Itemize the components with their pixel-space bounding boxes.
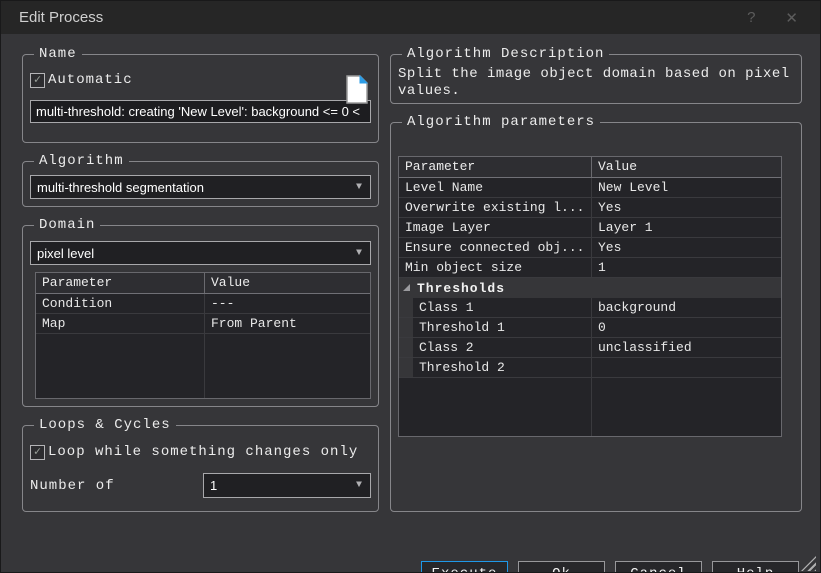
algorithm-group: Algorithm multi-threshold segmentation ▼ — [22, 153, 379, 207]
column-header[interactable]: Parameter — [399, 157, 592, 177]
window-title: Edit Process — [19, 9, 103, 26]
value-cell[interactable]: From Parent — [205, 314, 370, 333]
chevron-down-icon: ▼ — [348, 182, 370, 193]
column-header[interactable]: Value — [205, 273, 256, 293]
cancel-button[interactable]: Cancel — [615, 561, 702, 573]
automatic-label: Automatic — [48, 72, 133, 88]
value-cell[interactable]: --- — [205, 294, 370, 313]
table-row[interactable]: Image LayerLayer 1 — [399, 218, 781, 238]
chevron-down-icon: ▼ — [348, 480, 370, 491]
table-empty-area — [399, 378, 781, 436]
loop-label: Loop while something changes only — [48, 444, 358, 460]
dialog-buttons: Execute Ok Cancel Help — [421, 561, 799, 573]
table-row[interactable]: Thresholds — [399, 278, 781, 298]
close-icon[interactable]: ✕ — [785, 9, 798, 27]
description-group-label: Algorithm Description — [402, 46, 609, 62]
table-header: ParameterValue — [36, 273, 370, 294]
dialog-body: Name ✓ Automatic Algorithm multi-thresho… — [1, 34, 820, 573]
param-cell[interactable]: Threshold 1 — [413, 318, 592, 337]
expand-icon[interactable] — [403, 284, 410, 291]
number-of-label: Number of — [30, 478, 203, 494]
parameters-group-label: Algorithm parameters — [402, 114, 600, 130]
value-cell[interactable]: 1 — [592, 258, 781, 277]
number-of-value: 1 — [204, 478, 217, 493]
titlebar[interactable]: Edit Process ? ✕ — [1, 1, 820, 34]
new-document-icon[interactable] — [344, 74, 369, 105]
table-row[interactable]: Min object size1 — [399, 258, 781, 278]
ok-button[interactable]: Ok — [518, 561, 605, 573]
param-cell[interactable]: Ensure connected obj... — [399, 238, 592, 257]
loops-group: Loops & Cycles ✓ Loop while something ch… — [22, 417, 379, 512]
table-header: ParameterValue — [399, 157, 781, 178]
table-row[interactable]: Overwrite existing l...Yes — [399, 198, 781, 218]
param-cell[interactable]: Class 1 — [413, 298, 592, 317]
loops-group-label: Loops & Cycles — [34, 417, 176, 433]
execute-button[interactable]: Execute — [421, 561, 508, 573]
table-row[interactable]: Class 2unclassified — [399, 338, 781, 358]
help-button[interactable]: Help — [712, 561, 799, 573]
tree-indent — [399, 358, 413, 377]
name-group: Name ✓ Automatic — [22, 46, 379, 143]
algorithm-group-label: Algorithm — [34, 153, 129, 169]
param-cell[interactable]: Image Layer — [399, 218, 592, 237]
value-cell[interactable]: unclassified — [592, 338, 781, 357]
loop-checkbox[interactable]: ✓ — [30, 445, 45, 460]
table-row[interactable]: Threshold 10 — [399, 318, 781, 338]
param-cell[interactable]: Class 2 — [413, 338, 592, 357]
domain-select-value: pixel level — [31, 246, 94, 261]
automatic-checkbox[interactable]: ✓ — [30, 73, 45, 88]
param-cell[interactable]: Condition — [36, 294, 205, 313]
algorithm-select[interactable]: multi-threshold segmentation ▼ — [30, 175, 371, 199]
domain-group: Domain pixel level ▼ ParameterValueCondi… — [22, 217, 379, 407]
resize-grip-icon[interactable] — [801, 556, 816, 571]
param-cell[interactable]: Threshold 2 — [413, 358, 592, 377]
value-cell[interactable]: Yes — [592, 198, 781, 217]
value-cell[interactable]: New Level — [592, 178, 781, 197]
algorithm-description-text: Split the image object domain based on p… — [398, 66, 794, 100]
param-cell[interactable]: Min object size — [399, 258, 592, 277]
table-row[interactable]: Threshold 2 — [399, 358, 781, 378]
domain-select[interactable]: pixel level ▼ — [30, 241, 371, 265]
table-row[interactable]: MapFrom Parent — [36, 314, 370, 334]
algorithm-description-group: Algorithm Description Split the image ob… — [390, 46, 802, 104]
chevron-down-icon: ▼ — [348, 248, 370, 259]
column-header[interactable]: Parameter — [36, 273, 205, 293]
param-cell[interactable]: Level Name — [399, 178, 592, 197]
table-row[interactable]: Level NameNew Level — [399, 178, 781, 198]
table-row[interactable]: Class 1background — [399, 298, 781, 318]
name-group-label: Name — [34, 46, 82, 62]
number-of-select[interactable]: 1 ▼ — [203, 473, 371, 498]
value-cell[interactable]: background — [592, 298, 781, 317]
value-cell[interactable] — [592, 358, 781, 377]
algorithm-parameters-group: Algorithm parameters ParameterValueLevel… — [390, 114, 802, 512]
value-cell[interactable]: Yes — [592, 238, 781, 257]
table-row[interactable]: Condition--- — [36, 294, 370, 314]
table-row[interactable]: Ensure connected obj...Yes — [399, 238, 781, 258]
tree-indent — [399, 318, 413, 337]
column-header[interactable]: Value — [592, 157, 643, 177]
tree-indent — [399, 298, 413, 317]
tree-indent — [399, 338, 413, 357]
value-cell[interactable]: 0 — [592, 318, 781, 337]
help-icon[interactable]: ? — [747, 9, 755, 26]
value-cell[interactable]: Layer 1 — [592, 218, 781, 237]
edit-process-dialog: Edit Process ? ✕ Name ✓ Automatic Algori — [0, 0, 821, 573]
param-cell[interactable]: Overwrite existing l... — [399, 198, 592, 217]
domain-params-table: ParameterValueCondition---MapFrom Parent — [35, 272, 371, 399]
process-name-input[interactable] — [30, 100, 371, 123]
table-empty-area — [36, 334, 370, 398]
parameters-table: ParameterValueLevel NameNew LevelOverwri… — [398, 156, 782, 437]
param-cell[interactable]: Map — [36, 314, 205, 333]
algorithm-select-value: multi-threshold segmentation — [31, 180, 204, 195]
group-row-label: Thresholds — [417, 281, 505, 296]
domain-group-label: Domain — [34, 217, 100, 233]
